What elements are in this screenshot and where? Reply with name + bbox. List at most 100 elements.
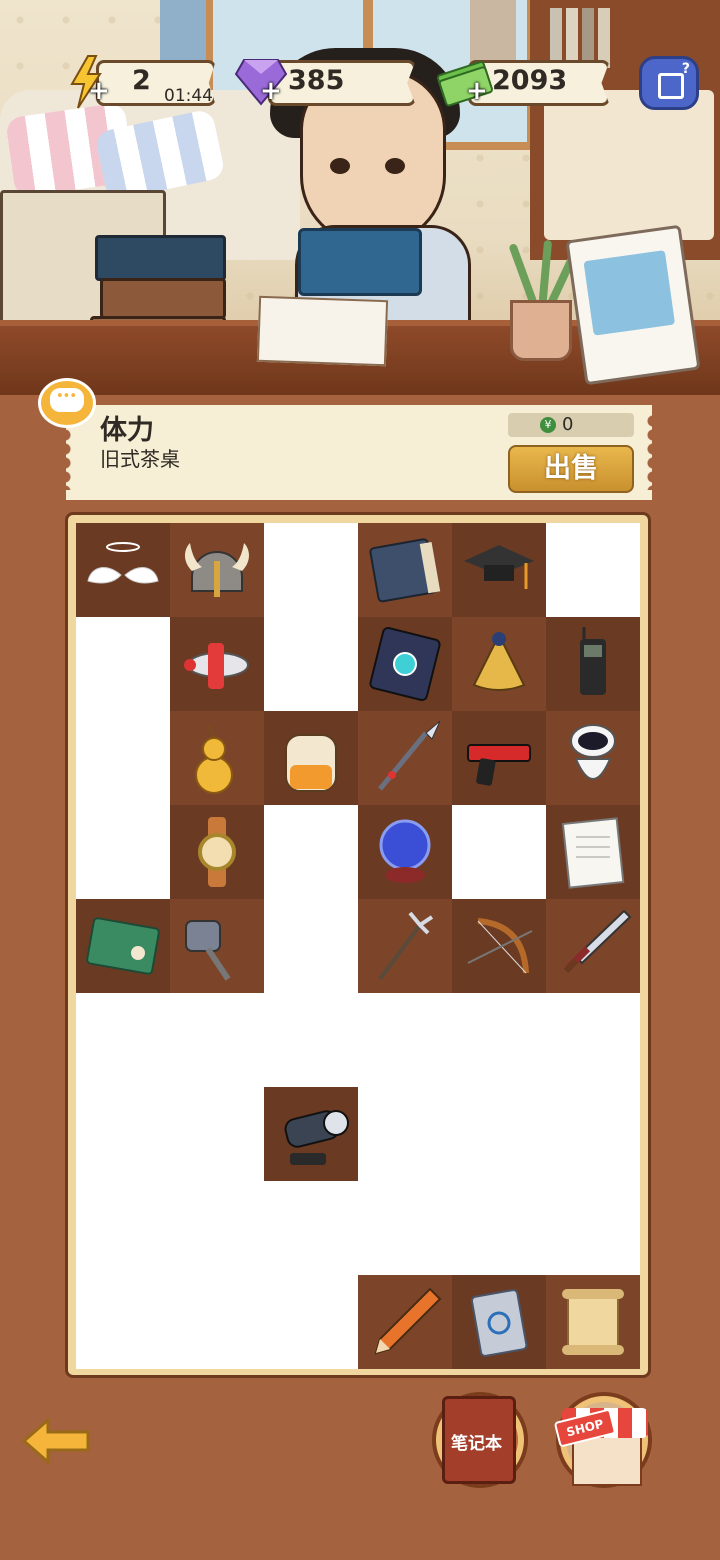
gourd-icon	[195, 724, 233, 794]
add-gems-button[interactable]: +	[260, 76, 282, 106]
board-tile-scroll-map[interactable]	[76, 899, 170, 993]
board-tile-old-book[interactable]	[358, 523, 452, 617]
price-tag: ¥ 0	[508, 413, 634, 437]
empty-tile[interactable]	[76, 993, 170, 1087]
price-value: 0	[562, 414, 574, 435]
empty-tile[interactable]	[76, 1181, 170, 1275]
empty-tile[interactable]	[170, 1181, 264, 1275]
empty-tile[interactable]	[264, 523, 358, 617]
board-tile-pencil[interactable]	[358, 1275, 452, 1369]
board-tile-viking-helmet[interactable]	[170, 523, 264, 617]
board-tile-angel-wings[interactable]	[76, 523, 170, 617]
board-tile-cannon[interactable]	[264, 1087, 358, 1181]
energy-value: 2	[132, 65, 151, 96]
empty-tile[interactable]	[546, 1087, 640, 1181]
chip-icon	[470, 1289, 528, 1357]
empty-tile[interactable]	[264, 617, 358, 711]
calendar	[565, 224, 701, 386]
help-icon: ?	[681, 61, 690, 77]
old-book-icon	[369, 538, 441, 603]
cannon-icon	[284, 1110, 349, 1165]
empty-tile[interactable]	[358, 993, 452, 1087]
character-book	[298, 228, 422, 296]
board-tile-pistol[interactable]	[452, 711, 546, 805]
robot-icon	[570, 724, 616, 780]
empty-tile[interactable]	[546, 993, 640, 1087]
board-grid	[76, 523, 640, 1369]
empty-tile[interactable]	[264, 1275, 358, 1369]
notebook-label: 笔记本	[451, 1434, 502, 1454]
test-paper-icon	[561, 817, 625, 889]
chat-bubble-icon[interactable]	[38, 378, 96, 428]
backpack-icon	[285, 734, 337, 792]
pistol-icon	[467, 744, 531, 786]
board-tile-trident[interactable]	[358, 899, 452, 993]
empty-tile[interactable]	[264, 1181, 358, 1275]
paper	[256, 295, 389, 367]
empty-tile[interactable]	[264, 993, 358, 1087]
sword-icon	[563, 909, 632, 974]
empty-tile[interactable]	[264, 899, 358, 993]
empty-tile[interactable]	[170, 993, 264, 1087]
bow-icon	[467, 918, 533, 974]
empty-tile[interactable]	[452, 805, 546, 899]
empty-tile[interactable]	[546, 1181, 640, 1275]
graduation-cap-icon	[464, 545, 534, 589]
board-tile-graduation-cap[interactable]	[452, 523, 546, 617]
board-tile-toy-plane[interactable]	[170, 617, 264, 711]
viking-helmet-icon	[185, 543, 249, 597]
pencil-icon	[374, 1287, 442, 1355]
spear-icon	[378, 720, 441, 791]
empty-tile[interactable]	[76, 1275, 170, 1369]
board-tile-cell-phone[interactable]	[546, 617, 640, 711]
toy-plane-icon	[184, 643, 249, 689]
empty-tile[interactable]	[358, 1181, 452, 1275]
board-tile-crystal-ball[interactable]	[358, 805, 452, 899]
list-icon	[658, 73, 684, 99]
empty-tile[interactable]	[452, 1087, 546, 1181]
room-scene	[0, 0, 720, 395]
shelf	[530, 0, 720, 260]
gems-value: 385	[288, 65, 345, 96]
empty-tile[interactable]	[452, 993, 546, 1087]
board-tile-robot[interactable]	[546, 711, 640, 805]
character-eye	[330, 158, 350, 174]
character-eye	[385, 158, 405, 174]
board-tile-bow[interactable]	[452, 899, 546, 993]
curtain	[160, 0, 206, 70]
board-tile-cloak[interactable]	[452, 617, 546, 711]
back-arrow-icon[interactable]	[22, 1418, 92, 1464]
cash-value: 2093	[492, 65, 568, 96]
empty-tile[interactable]	[76, 805, 170, 899]
board-tile-chip[interactable]	[452, 1275, 546, 1369]
add-cash-button[interactable]: +	[466, 76, 488, 106]
board-tile-wristwatch[interactable]	[170, 805, 264, 899]
board-tile-hammer[interactable]	[170, 899, 264, 993]
empty-tile[interactable]	[546, 523, 640, 617]
tasks-menu-button[interactable]: ?	[639, 56, 699, 110]
empty-tile[interactable]	[170, 1275, 264, 1369]
empty-tile[interactable]	[358, 1087, 452, 1181]
notebook-icon[interactable]: 笔记本	[442, 1396, 516, 1484]
plant-pot	[510, 300, 572, 361]
empty-tile[interactable]	[76, 711, 170, 805]
empty-tile[interactable]	[264, 805, 358, 899]
empty-tile[interactable]	[170, 1087, 264, 1181]
scroll-map-icon	[86, 917, 160, 975]
empty-tile[interactable]	[452, 1181, 546, 1275]
wristwatch-icon	[198, 817, 236, 887]
board-tile-backpack[interactable]	[264, 711, 358, 805]
board-tile-gourd[interactable]	[170, 711, 264, 805]
sell-button[interactable]: 出售	[508, 445, 634, 493]
magic-book-icon	[369, 626, 441, 702]
empty-tile[interactable]	[76, 1087, 170, 1181]
board-tile-parchment[interactable]	[546, 1275, 640, 1369]
empty-tile[interactable]	[76, 617, 170, 711]
board-tile-spear[interactable]	[358, 711, 452, 805]
board-tile-sword[interactable]	[546, 899, 640, 993]
shop-icon[interactable]	[572, 1436, 642, 1486]
energy-timer: 01:44	[164, 86, 213, 106]
board-tile-test-paper[interactable]	[546, 805, 640, 899]
board-tile-magic-book[interactable]	[358, 617, 452, 711]
add-energy-button[interactable]: +	[88, 76, 110, 106]
